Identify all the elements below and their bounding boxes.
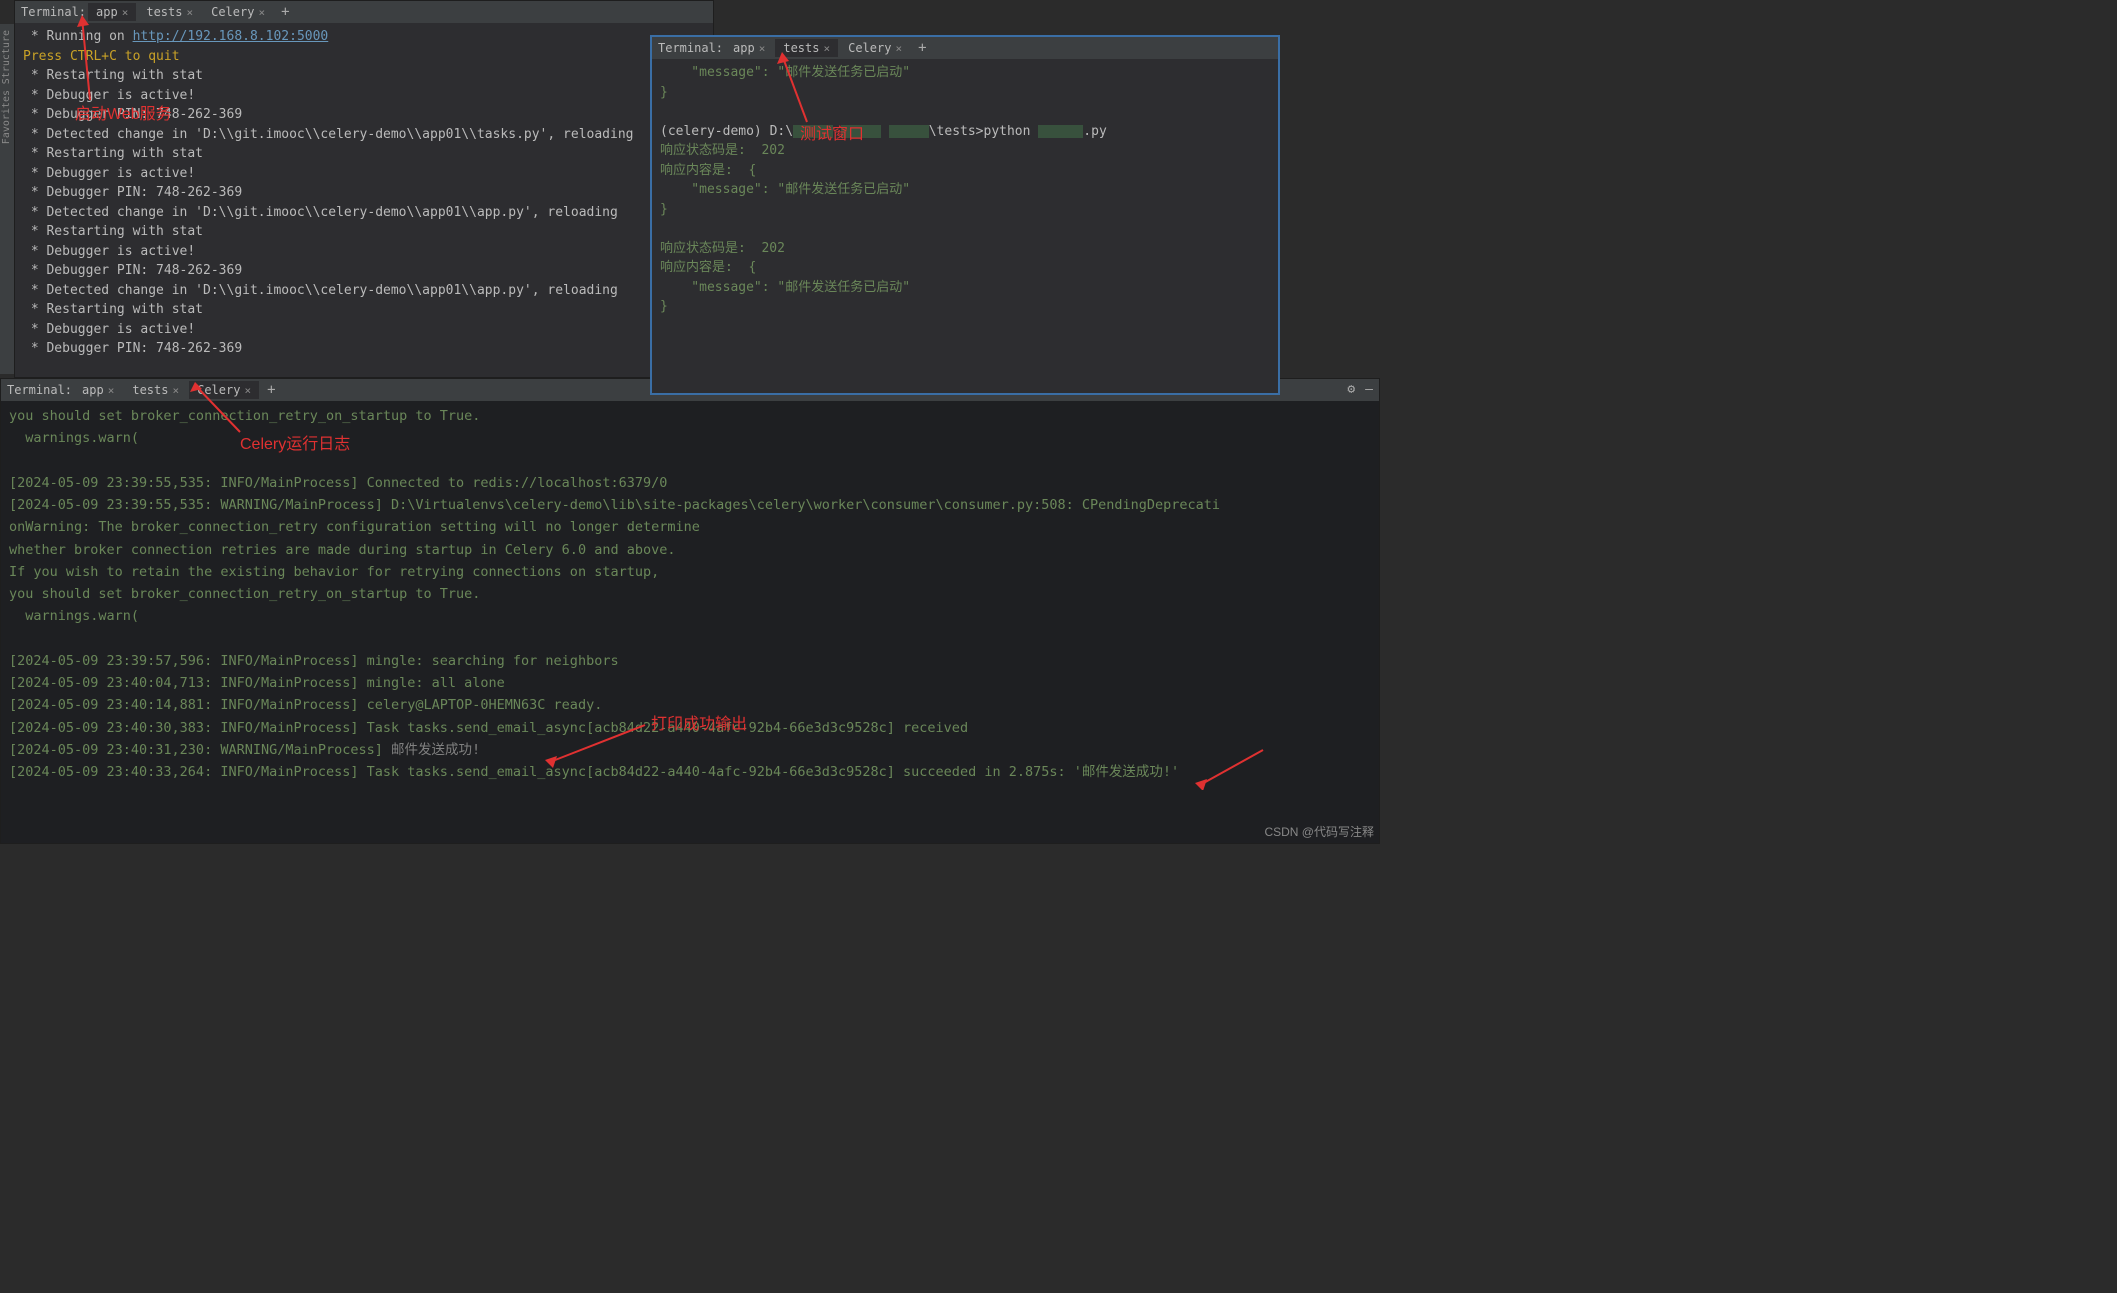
ide-left-toolbar[interactable]: Structure Favorites (0, 24, 14, 374)
add-tab-button[interactable]: + (275, 4, 295, 20)
add-tab-button[interactable]: + (912, 40, 932, 56)
terminal-panel-app: Terminal: app× tests× Celery× + * Runnin… (14, 0, 714, 378)
terminal-label: Terminal: (658, 41, 723, 55)
terminal-panel-tests: Terminal: app× tests× Celery× + "message… (650, 35, 1280, 395)
terminal-panel-celery: Terminal: app× tests× Celery× + ⚙ — you … (0, 378, 1380, 844)
terminal-tabbar: Terminal: app× tests× Celery× + (652, 37, 1278, 59)
close-icon[interactable]: × (823, 42, 830, 55)
terminal-output-celery[interactable]: you should set broker_connection_retry_o… (1, 401, 1379, 788)
gear-icon[interactable]: ⚙ (1347, 382, 1355, 397)
redacted (841, 125, 881, 138)
tab-tests[interactable]: tests× (124, 381, 187, 399)
close-icon[interactable]: × (759, 42, 766, 55)
close-icon[interactable]: × (172, 384, 179, 397)
terminal-tabbar: Terminal: app× tests× Celery× + (15, 1, 713, 23)
terminal-output-app[interactable]: * Running on http://192.168.8.102:5000 P… (15, 23, 713, 363)
add-tab-button[interactable]: + (261, 382, 281, 398)
terminal-output-tests[interactable]: "message": "邮件发送任务已启动" } (celery-demo) D… (652, 59, 1278, 321)
tab-tests[interactable]: tests× (775, 39, 838, 57)
tab-celery[interactable]: Celery× (203, 3, 273, 21)
close-icon[interactable]: × (108, 384, 115, 397)
close-icon[interactable]: × (258, 6, 265, 19)
tab-app[interactable]: app× (725, 39, 773, 57)
minimize-icon[interactable]: — (1365, 382, 1373, 397)
close-icon[interactable]: × (186, 6, 193, 19)
close-icon[interactable]: × (895, 42, 902, 55)
tab-app[interactable]: app× (74, 381, 122, 399)
tab-celery[interactable]: Celery× (840, 39, 910, 57)
tab-app[interactable]: app× (88, 3, 136, 21)
server-url-link[interactable]: http://192.168.8.102:5000 (133, 29, 329, 44)
close-icon[interactable]: × (244, 384, 251, 397)
redacted (1038, 125, 1083, 138)
tab-celery[interactable]: Celery× (189, 381, 259, 399)
sidebar-favorites[interactable]: Favorites (1, 90, 12, 144)
terminal-label: Terminal: (21, 5, 86, 19)
sidebar-structure[interactable]: Structure (1, 30, 12, 84)
terminal-label: Terminal: (7, 383, 72, 397)
close-icon[interactable]: × (122, 6, 129, 19)
watermark: CSDN @代码写注释 (1264, 823, 1374, 840)
redacted (793, 125, 833, 138)
tab-tests[interactable]: tests× (138, 3, 201, 21)
redacted (889, 125, 929, 138)
